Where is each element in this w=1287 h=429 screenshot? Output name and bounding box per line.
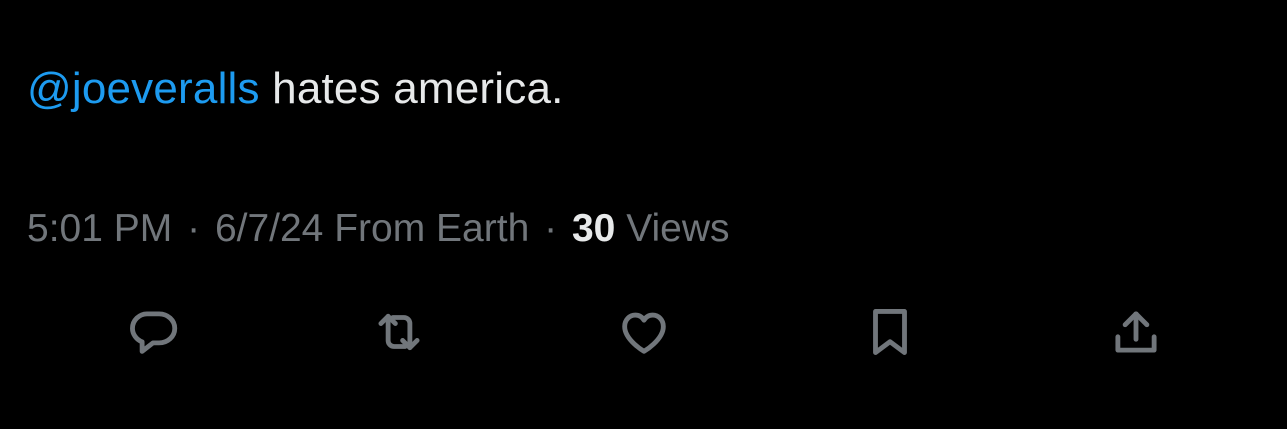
like-button[interactable] <box>612 300 676 364</box>
heart-icon <box>622 312 666 354</box>
share-upload-icon <box>1115 311 1157 353</box>
views-label: Views <box>626 207 730 250</box>
timestamp-date[interactable]: 6/7/24 <box>215 207 323 250</box>
source-label: From Earth <box>334 207 530 250</box>
reply-button[interactable] <box>121 300 185 364</box>
views-count: 30 <box>571 207 616 250</box>
tweet-text: @joeveralls hates america. <box>27 62 564 116</box>
tweet-meta: 5:01 PM · 6/7/24 From Earth · 30 Views <box>27 204 730 254</box>
separator-dot: · <box>544 207 558 250</box>
separator-dot: · <box>187 207 201 250</box>
timestamp-time[interactable]: 5:01 PM <box>27 207 172 250</box>
bookmark-button[interactable] <box>858 300 922 364</box>
speech-bubble-icon <box>130 311 178 354</box>
share-button[interactable] <box>1104 300 1168 364</box>
bookmark-icon <box>873 309 907 355</box>
mention-link[interactable]: @joeveralls <box>27 64 260 113</box>
repost-arrows-icon <box>378 313 420 351</box>
tweet-body: hates america. <box>259 64 564 113</box>
action-bar <box>0 300 1287 364</box>
repost-button[interactable] <box>367 300 431 364</box>
